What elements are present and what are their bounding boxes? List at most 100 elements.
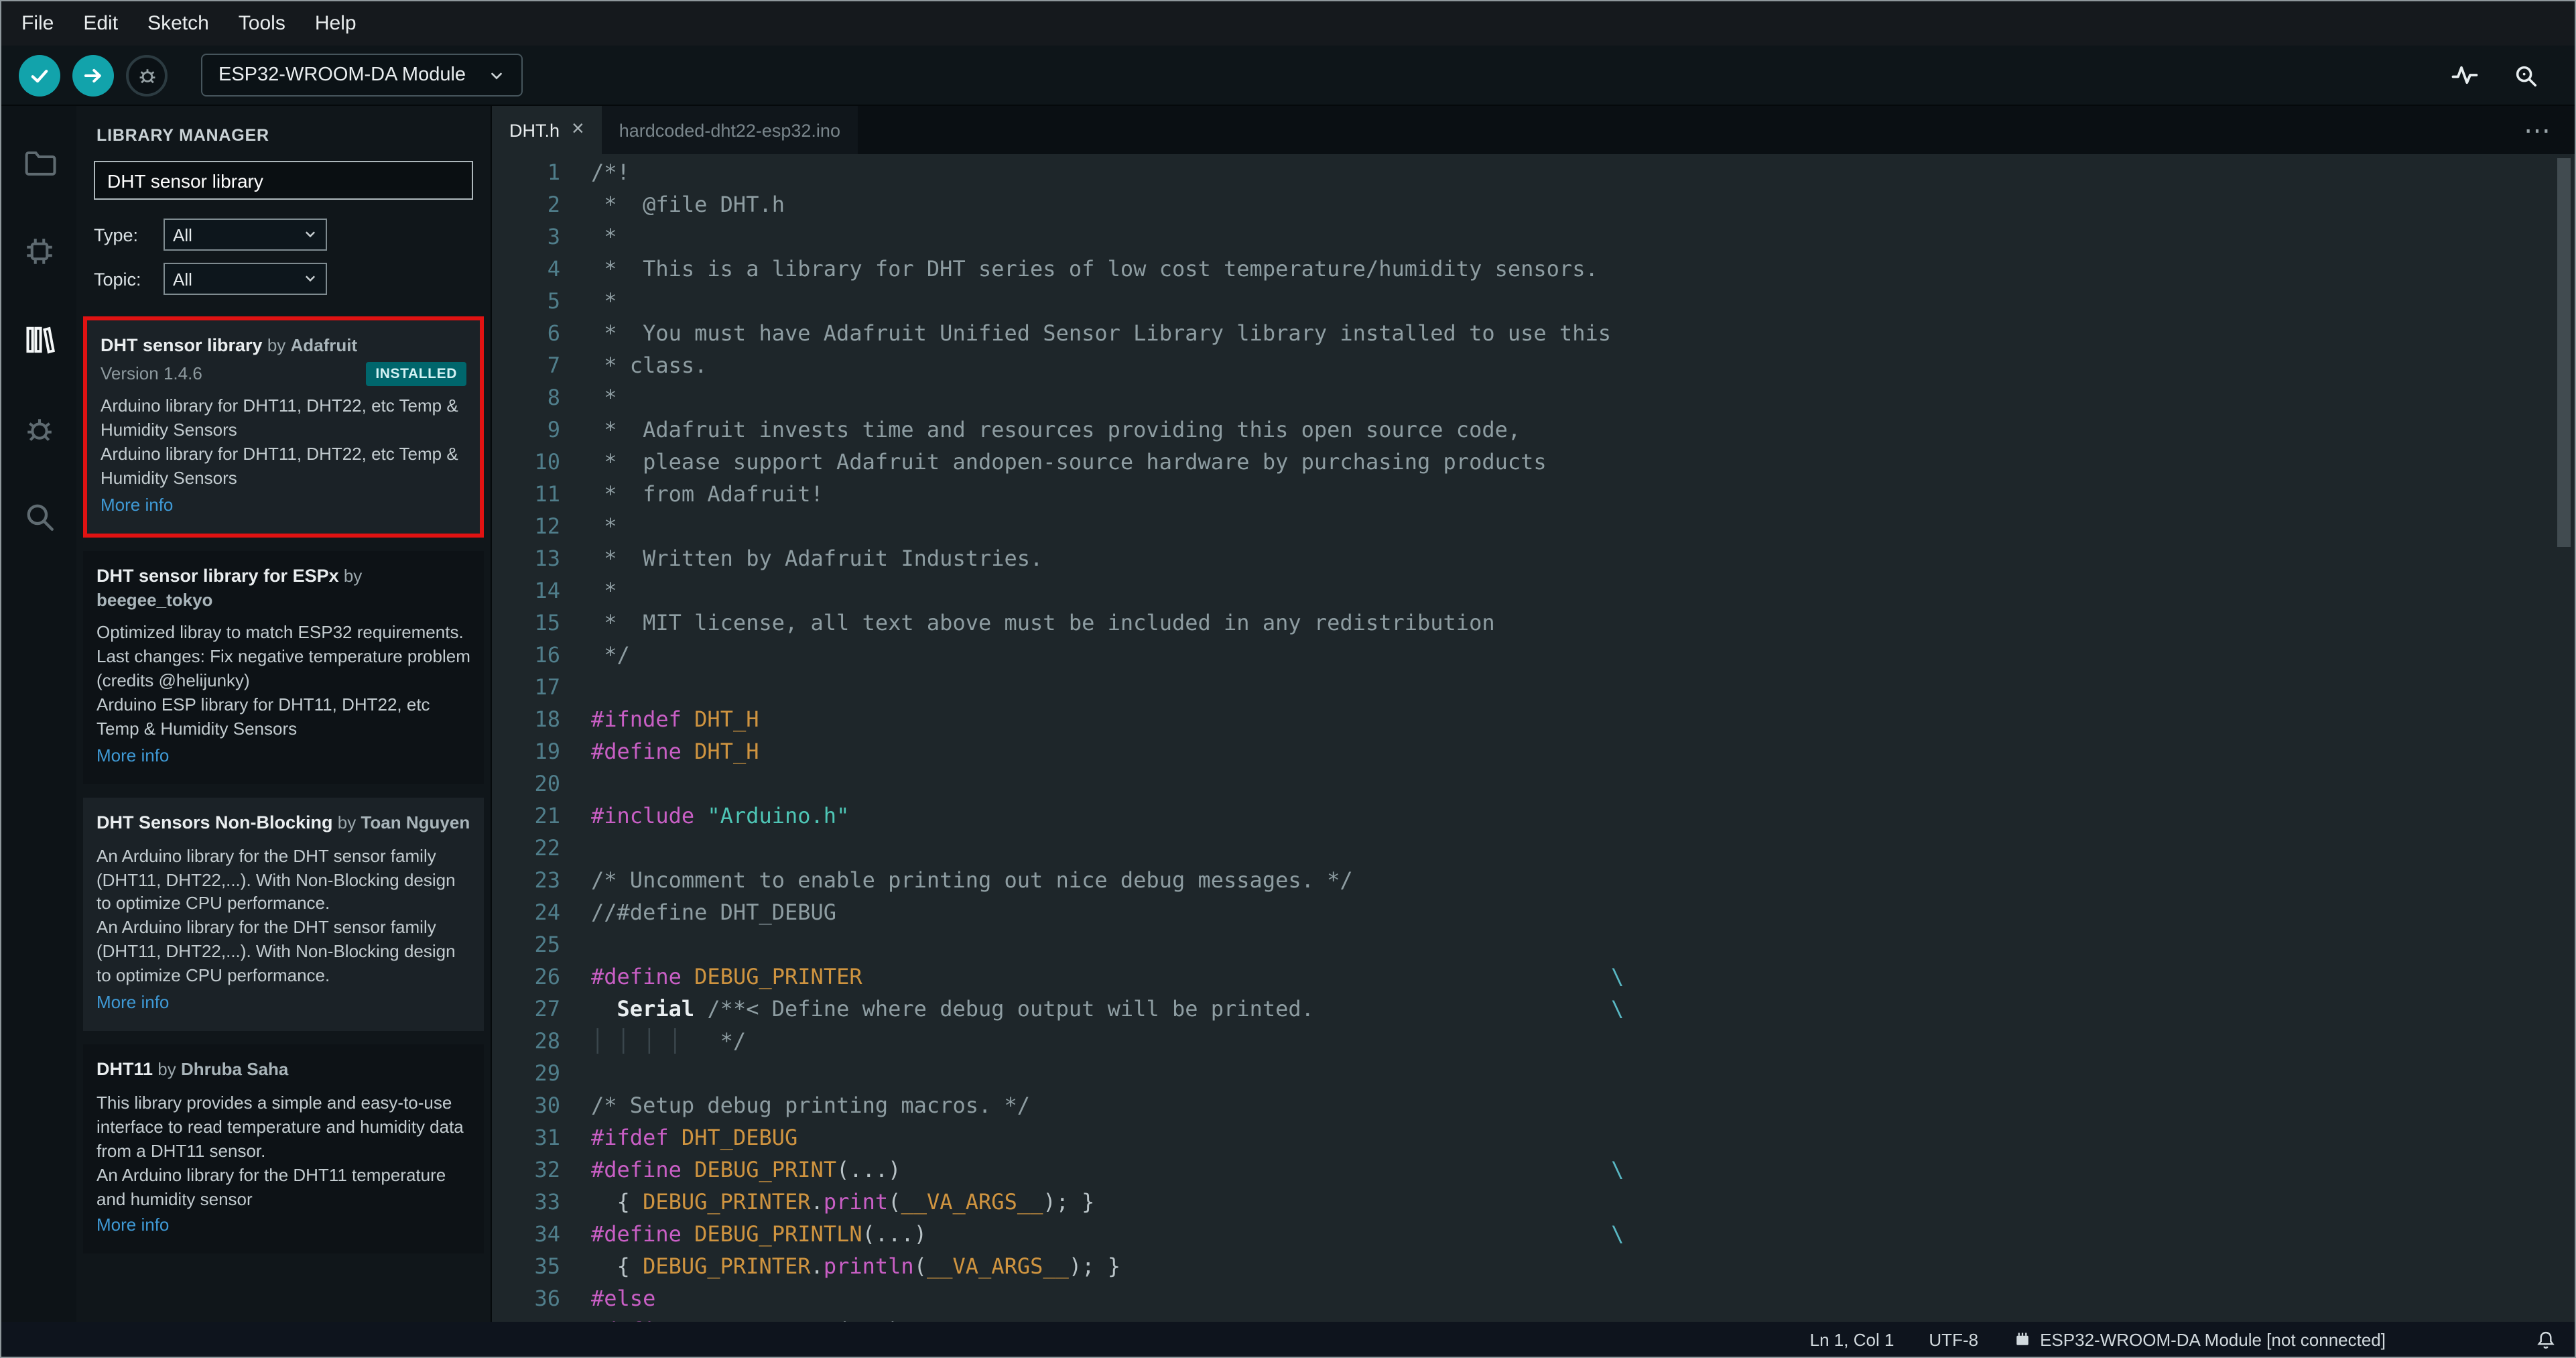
- library-card[interactable]: DHT11 by Dhruba Saha This library provide…: [83, 1044, 484, 1254]
- library-card[interactable]: DHT sensor library for ESPx by beegee_to…: [83, 550, 484, 784]
- library-description-paragraph: Arduino library for DHT11, DHT22, etc Te…: [101, 443, 458, 488]
- menu-edit[interactable]: Edit: [68, 1, 133, 46]
- line-number: 19: [534, 739, 560, 764]
- code-line: 15 * MIT license, all text above must be…: [492, 607, 2575, 639]
- line-number: 13: [534, 546, 560, 571]
- notifications-button[interactable]: [2536, 1329, 2556, 1349]
- library-filters: Type: All Topic: All: [76, 200, 491, 300]
- filter-select-type[interactable]: All: [164, 219, 327, 251]
- code-text: *: [591, 513, 617, 539]
- editor-scrollbar-thumb[interactable]: [2557, 158, 2571, 547]
- serial-plotter-button[interactable]: [2451, 62, 2478, 88]
- library-card[interactable]: DHT Sensors Non-Blocking by Toan Nguyen A…: [83, 797, 484, 1032]
- library-title: DHT sensor library by Adafruit: [101, 334, 466, 359]
- library-description-paragraph: Arduino library for DHT11, DHT22, etc Te…: [101, 395, 458, 440]
- more-info-link[interactable]: More info: [96, 744, 470, 768]
- code-text: //#define DHT_DEBUG: [591, 900, 837, 925]
- bell-icon: [2537, 1331, 2555, 1348]
- sidebar-item-debug[interactable]: [1, 387, 76, 476]
- line-number: 34: [534, 1221, 560, 1247]
- filter-select-topic[interactable]: All: [164, 263, 327, 295]
- chevron-down-icon: [491, 72, 502, 79]
- editor-column: DHT.h × hardcoded-dht22-esp32.ino ⋯ 1 /*! 2 *…: [492, 106, 2575, 1322]
- code-line: 31 #ifdef DHT_DEBUG: [492, 1122, 2575, 1154]
- code-text: /* Uncomment to enable printing out nice…: [591, 867, 1353, 893]
- chevron-down-icon: [303, 269, 318, 289]
- tab-label: hardcoded-dht22-esp32.ino: [619, 120, 840, 140]
- line-number: 12: [534, 513, 560, 539]
- library-title: DHT11 by Dhruba Saha: [96, 1058, 470, 1083]
- library-meta-row: Version 1.4.6 INSTALLED: [101, 361, 466, 387]
- code-line: 36 #else: [492, 1283, 2575, 1315]
- code-text: #define DHT_H: [591, 739, 759, 764]
- board-status[interactable]: ESP32-WROOM-DA Module [not connected]: [2013, 1329, 2386, 1349]
- code-text: * from Adafruit!: [591, 481, 824, 507]
- line-number: 8: [547, 385, 560, 410]
- close-icon[interactable]: ×: [572, 119, 584, 141]
- code-text: #define DEBUG_PRINT(...) \: [591, 1157, 1624, 1182]
- library-author: Adafruit: [290, 335, 358, 355]
- code-line: 26 #define DEBUG_PRINTER \: [492, 961, 2575, 993]
- line-number: 11: [534, 481, 560, 507]
- code-line: 34 #define DEBUG_PRINTLN(...) \: [492, 1219, 2575, 1251]
- library-search-input[interactable]: [94, 161, 473, 200]
- code-line: 25: [492, 929, 2575, 961]
- sidebar-item-search[interactable]: [1, 476, 76, 564]
- library-description: Optimized libray to match ESP32 requirem…: [96, 621, 470, 741]
- code-line: 14 *: [492, 575, 2575, 607]
- library-list: DHT sensor library by Adafruit Version 1.…: [76, 300, 491, 1322]
- line-number: 20: [534, 771, 560, 796]
- line-number: 9: [547, 417, 560, 442]
- menu-file[interactable]: File: [7, 1, 68, 46]
- sidebar-item-library-manager[interactable]: [1, 299, 76, 387]
- library-description-paragraph: Optimized libray to match ESP32 requirem…: [96, 622, 470, 691]
- arduino-ide-window: File Edit Sketch Tools Help ESP32-WROOM-DA M…: [0, 0, 2576, 1358]
- upload-button[interactable]: [72, 54, 114, 96]
- code-text: { DEBUG_PRINTER.println(__VA_ARGS__); }: [591, 1253, 1120, 1279]
- board-selector-value: ESP32-WROOM-DA Module: [218, 64, 466, 86]
- line-number: 15: [534, 610, 560, 635]
- editor-tab-bar: DHT.h × hardcoded-dht22-esp32.ino ⋯: [492, 106, 2575, 154]
- serial-monitor-button[interactable]: [2513, 62, 2538, 88]
- debug-button[interactable]: [126, 54, 168, 96]
- folder-icon: [22, 146, 56, 186]
- board-status-label: ESP32-WROOM-DA Module [not connected]: [2040, 1329, 2386, 1349]
- menu-help[interactable]: Help: [300, 1, 371, 46]
- code-text: *: [591, 578, 617, 603]
- code-text: Serial /**< Define where debug output wi…: [617, 996, 1624, 1022]
- editor-more-actions-button[interactable]: ⋯: [2500, 106, 2575, 154]
- more-info-link[interactable]: More info: [96, 1214, 470, 1238]
- code-line: 6 * You must have Adafruit Unified Senso…: [492, 318, 2575, 350]
- code-text: { DEBUG_PRINTER.print(__VA_ARGS__); }: [591, 1189, 1095, 1215]
- line-number: 4: [547, 256, 560, 282]
- menu-sketch[interactable]: Sketch: [133, 1, 224, 46]
- line-number: 14: [534, 578, 560, 603]
- check-icon: [31, 69, 48, 82]
- library-card[interactable]: DHT sensor library by Adafruit Version 1.…: [83, 316, 484, 538]
- tab-dht-h[interactable]: DHT.h ×: [492, 106, 602, 154]
- line-number: 17: [534, 674, 560, 700]
- status-bar: Ln 1, Col 1 UTF-8 ESP32-WROOM-DA Module …: [1, 1322, 2575, 1357]
- more-info-link[interactable]: More info: [101, 493, 466, 517]
- sidebar-item-boards-manager[interactable]: [1, 210, 76, 299]
- menu-tools[interactable]: Tools: [224, 1, 300, 46]
- verify-button[interactable]: [19, 54, 60, 96]
- tab-hardcoded-dht22-esp32-ino[interactable]: hardcoded-dht22-esp32.ino: [601, 106, 858, 154]
- code-line: 18 #ifndef DHT_H: [492, 704, 2575, 736]
- code-text: * This is a library for DHT series of lo…: [591, 256, 1598, 282]
- code-editor[interactable]: 1/*! 2 * @file DHT.h 3 * 4 * This is a libr…: [492, 154, 2575, 1322]
- more-info-link[interactable]: More info: [96, 991, 470, 1015]
- code-lines: 1/*! 2 * @file DHT.h 3 * 4 * This is a libr…: [492, 157, 2575, 1322]
- code-text: │ │ │ │ */: [591, 1028, 747, 1054]
- code-line: 24 //#define DHT_DEBUG: [492, 897, 2575, 929]
- code-text: #include "Arduino.h": [591, 803, 850, 828]
- serial-monitor-icon: [2516, 65, 2537, 86]
- code-line: 7 * class.: [492, 350, 2575, 382]
- sidebar-item-sketchbook[interactable]: [1, 122, 76, 210]
- activity-bar: [1, 106, 76, 1322]
- code-line: 13 * Written by Adafruit Industries.: [492, 543, 2575, 575]
- filter-select-value: All: [173, 225, 192, 245]
- filter-label: Type:: [94, 225, 139, 245]
- board-selector-dropdown[interactable]: ESP32-WROOM-DA Module: [201, 54, 523, 97]
- library-description: This library provides a simple and easy-…: [96, 1091, 470, 1211]
